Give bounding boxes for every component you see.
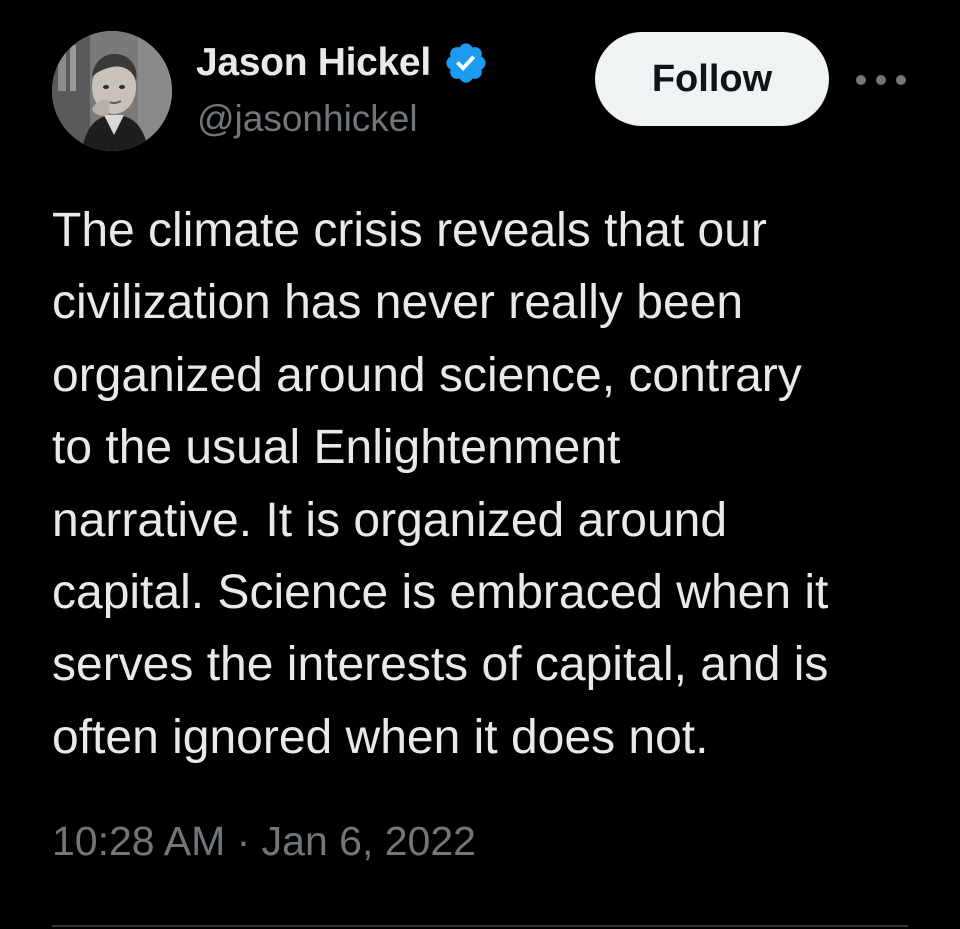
more-options-icon[interactable] xyxy=(856,62,906,98)
tweet-text-line: organized around science, contrary xyxy=(52,348,802,402)
author-display-name[interactable]: Jason Hickel xyxy=(196,38,489,88)
divider xyxy=(52,925,908,927)
more-dot xyxy=(896,75,906,85)
follow-button[interactable]: Follow xyxy=(595,32,829,126)
verified-badge-icon xyxy=(443,40,489,86)
tweet-timestamp[interactable]: 10:28 AM · Jan 6, 2022 xyxy=(52,818,476,865)
tweet-text: The climate crisis reveals that our civi… xyxy=(52,195,932,774)
avatar-photo xyxy=(52,31,172,151)
tweet-text-line: The climate crisis reveals that our xyxy=(52,204,767,257)
tweet-text-line: capital. Science is embraced when it xyxy=(52,566,829,620)
tweet-text-line: narrative. It is organized around xyxy=(52,493,728,547)
avatar[interactable] xyxy=(52,31,172,151)
author-handle[interactable]: @jasonhickel xyxy=(197,98,418,140)
tweet-text-line: civilization has never really been xyxy=(52,276,744,330)
author-name-text: Jason Hickel xyxy=(196,41,431,84)
tweet-text-line: serves the interests of capital, and is xyxy=(52,638,829,692)
tweet-text-line: often ignored when it does not. xyxy=(52,710,709,764)
more-dot xyxy=(856,75,866,85)
more-dot xyxy=(876,75,886,85)
tweet-text-line: to the usual Enlightenment xyxy=(52,421,621,475)
